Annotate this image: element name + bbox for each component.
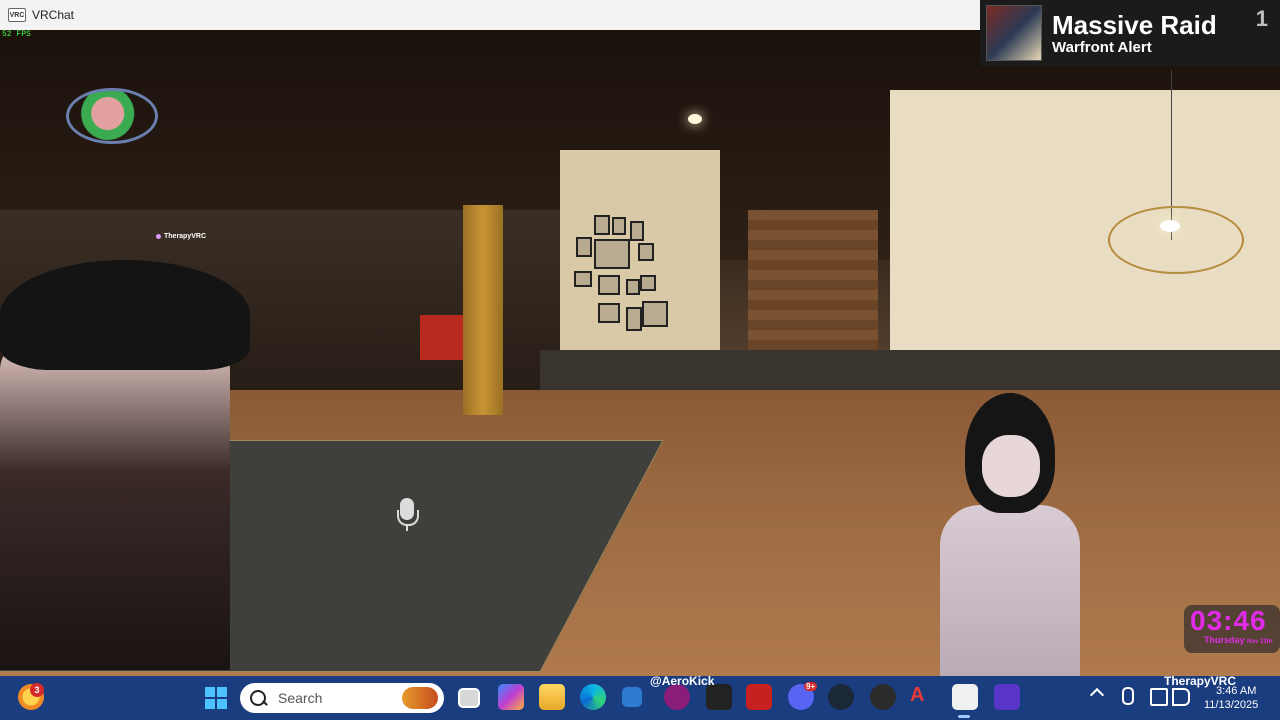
clock-day-label: Thursday — [1204, 635, 1245, 645]
mic-tray-icon[interactable] — [1122, 687, 1134, 705]
fps-counter: 52 FPS — [2, 30, 31, 39]
discord-badge: 9+ — [804, 682, 818, 691]
avatar-self-mirror — [910, 385, 1110, 676]
vrchat-icon[interactable] — [952, 684, 978, 710]
task-view-icon[interactable] — [458, 688, 480, 708]
vr-icon[interactable] — [994, 684, 1020, 710]
network-icon[interactable] — [1150, 688, 1168, 706]
window-title: VRChat — [32, 8, 75, 22]
vrchat-app-icon: VRC — [8, 8, 26, 22]
wooden-pillar — [463, 205, 503, 415]
status-dot-icon — [156, 234, 161, 239]
taskbar: 3 Search 9+ A @AeroKick TherapyVRC 3:46 … — [0, 674, 1280, 720]
aero-icon[interactable]: A — [910, 684, 936, 710]
clock-day: Thursday Nov 13th — [1204, 635, 1272, 645]
avatar-self-face — [982, 435, 1040, 497]
volume-icon[interactable] — [1172, 688, 1190, 706]
vrchat-active-indicator — [958, 715, 970, 718]
notification-title: Massive Raid — [1052, 9, 1217, 40]
obs-icon[interactable] — [870, 684, 896, 710]
kick-username-label: @AeroKick — [650, 674, 715, 688]
folder-icon[interactable] — [539, 684, 565, 710]
nametag-label: TherapyVRC — [164, 233, 207, 240]
notification-subtitle: Warfront Alert — [1052, 38, 1152, 56]
avatar-left-player[interactable] — [0, 260, 280, 676]
ceiling-light — [688, 114, 702, 124]
raid-thumbnail — [986, 5, 1042, 61]
chevron-up-icon[interactable] — [1089, 687, 1105, 703]
search-box[interactable]: Search — [240, 683, 444, 713]
pendant-lamp — [1108, 206, 1244, 274]
clock-widget: 03:46 Thursday Nov 13th — [1184, 605, 1280, 653]
notification-count: 1 — [1255, 6, 1268, 31]
player-nametag[interactable]: TherapyVRC — [156, 233, 206, 240]
picture-frames — [572, 215, 672, 335]
red-door — [420, 315, 468, 360]
weather-badge: 3 — [30, 683, 44, 697]
store-icon[interactable] — [622, 687, 642, 707]
voicemeeter-icon[interactable] — [746, 684, 772, 710]
edge-icon[interactable] — [580, 684, 606, 710]
raid-notification: Massive Raid Warfront Alert 1 — [980, 0, 1280, 66]
pendant-glow — [1160, 220, 1180, 232]
taskbar-date[interactable]: 11/13/2025 — [1204, 699, 1258, 711]
avatar-self-body — [940, 505, 1080, 676]
search-placeholder: Search — [278, 690, 323, 706]
avatar-left-body — [0, 340, 230, 670]
search-highlight-icon — [402, 687, 438, 709]
game-viewport[interactable]: 52 FPS TherapyVRC — [0, 30, 1280, 676]
steam-icon[interactable] — [828, 684, 854, 710]
microphone-icon — [396, 498, 419, 532]
search-icon — [250, 690, 266, 706]
start-button[interactable] — [205, 687, 227, 709]
copilot-icon[interactable] — [498, 684, 524, 710]
player-hud-ring — [66, 88, 158, 144]
clock-time: 03:46 — [1190, 605, 1267, 636]
avatar-left-hair — [0, 260, 250, 370]
taskbar-time[interactable]: 3:46 AM — [1216, 685, 1256, 697]
clock-date-label: Nov 13th — [1247, 639, 1273, 645]
